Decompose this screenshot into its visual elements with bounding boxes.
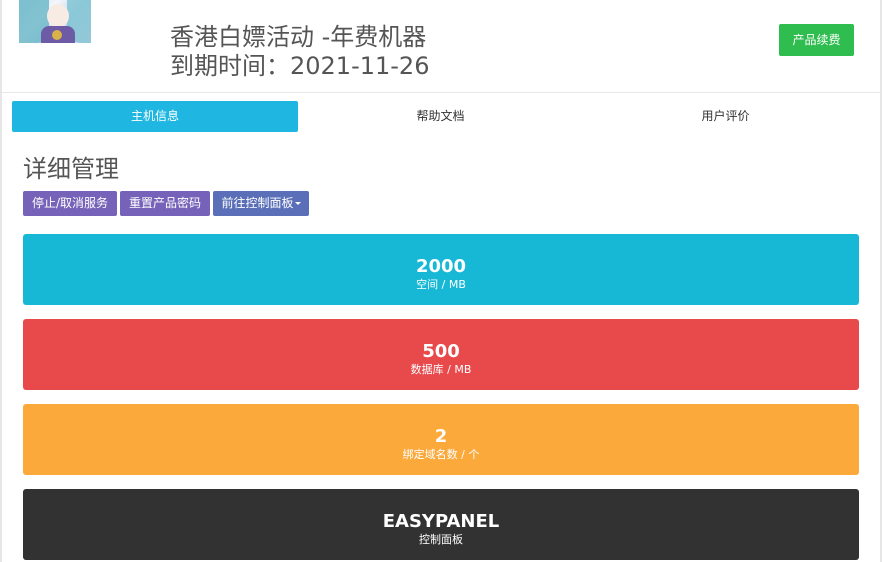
stop-cancel-service-button[interactable]: 停止/取消服务 xyxy=(23,191,117,216)
renew-product-button[interactable]: 产品续费 xyxy=(779,24,854,56)
section-title: 详细管理 xyxy=(23,155,119,183)
stat-value: EASYPANEL xyxy=(382,511,500,532)
stat-label: 数据库 / MB xyxy=(410,363,472,376)
stat-label: 控制面板 xyxy=(419,533,463,546)
tab-help-docs[interactable]: 帮助文档 xyxy=(298,101,583,132)
reset-password-button[interactable]: 重置产品密码 xyxy=(120,191,210,216)
stat-control-panel: EASYPANEL 控制面板 xyxy=(23,489,859,560)
product-avatar xyxy=(19,0,91,43)
product-header: 香港白嫖活动 -年费机器 到期时间：2021-11-26 产品续费 xyxy=(2,0,880,93)
goto-control-panel-label: 前往控制面板 xyxy=(221,196,294,210)
expiry-date: 到期时间：2021-11-26 xyxy=(170,52,430,80)
goto-control-panel-button[interactable]: 前往控制面板 xyxy=(213,191,309,216)
tab-host-info[interactable]: 主机信息 xyxy=(12,101,298,132)
stat-value: 2000 xyxy=(415,256,467,277)
stat-database: 500 数据库 / MB xyxy=(23,319,859,390)
caret-down-icon xyxy=(294,202,301,205)
stat-value: 500 xyxy=(422,341,460,362)
stat-domains: 2 绑定域名数 / 个 xyxy=(23,404,859,475)
stat-label: 空间 / MB xyxy=(416,278,466,291)
product-title: 香港白嫖活动 -年费机器 xyxy=(170,23,427,51)
tab-user-reviews[interactable]: 用户评价 xyxy=(583,101,868,132)
stat-value: 2 xyxy=(434,426,448,447)
stat-label: 绑定域名数 / 个 xyxy=(402,448,480,461)
tab-bar: 主机信息 帮助文档 用户评价 xyxy=(12,101,868,132)
stat-disk-space: 2000 空间 / MB xyxy=(23,234,859,305)
